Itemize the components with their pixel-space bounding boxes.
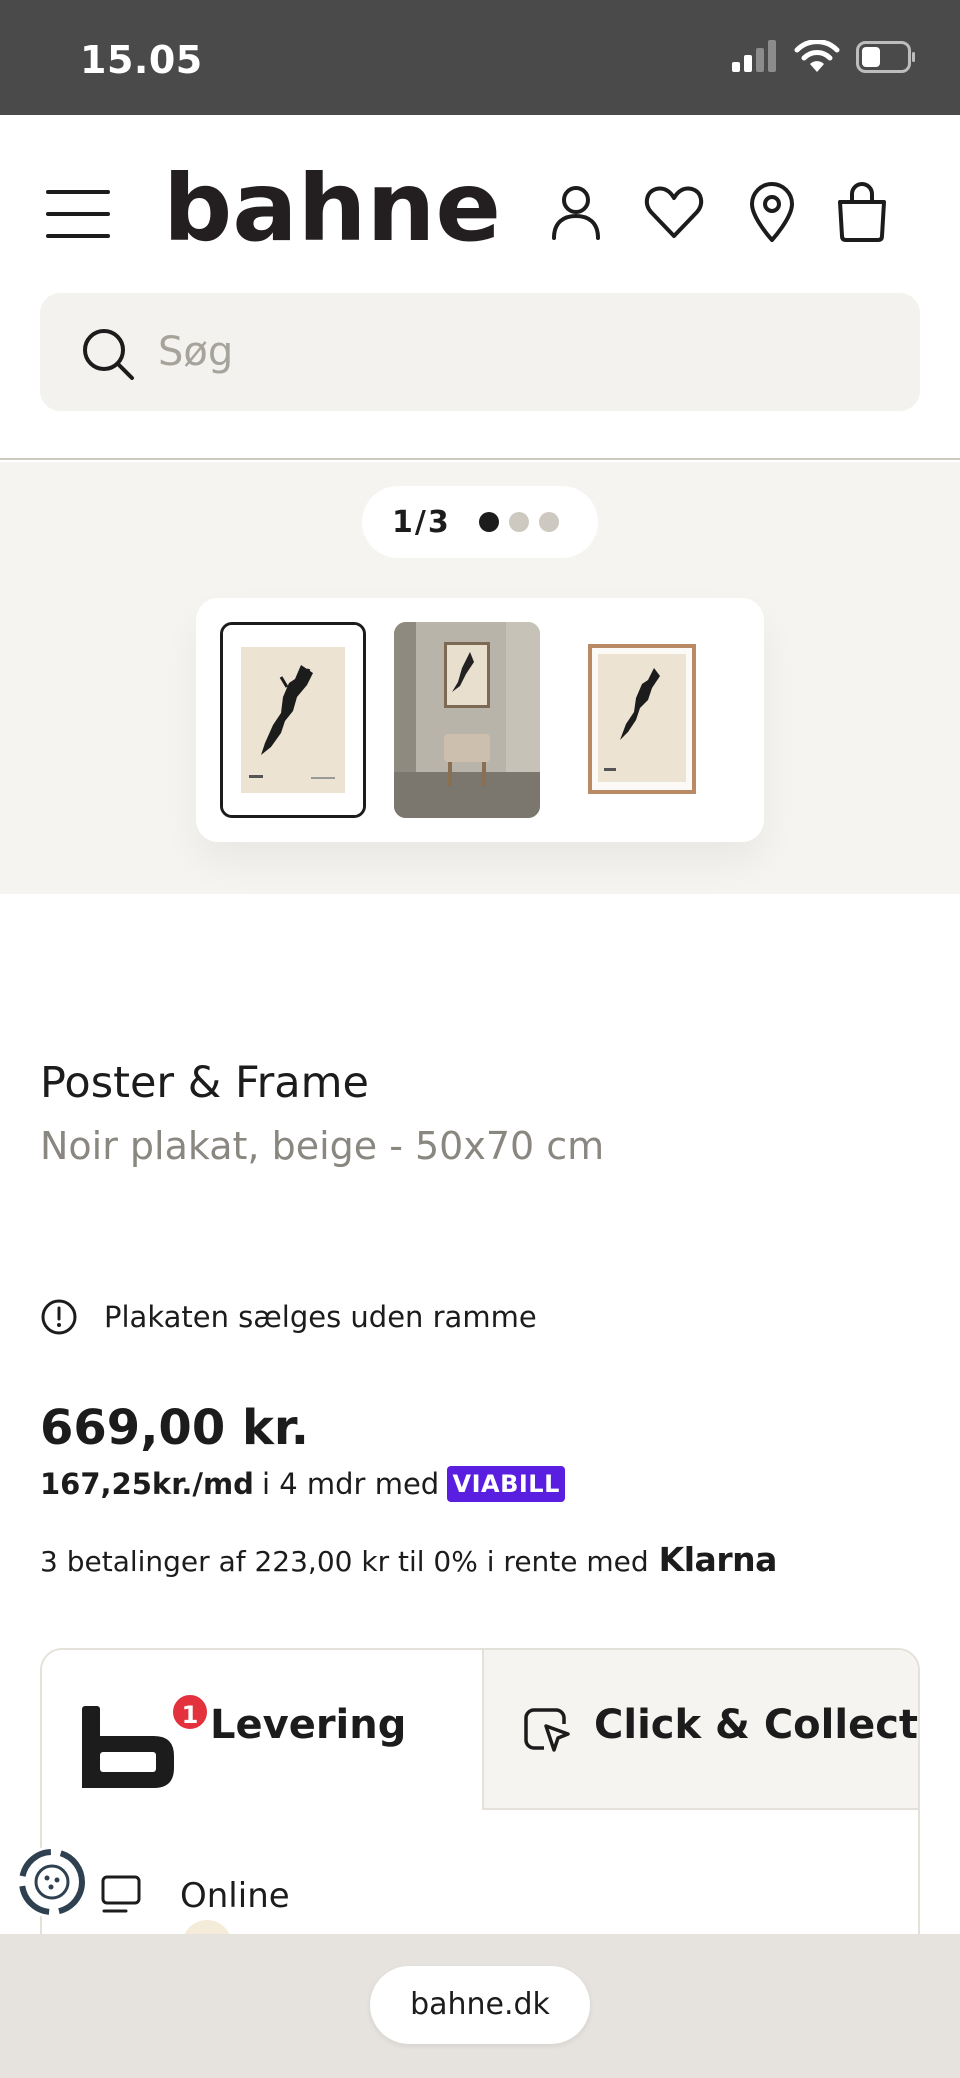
- thumbnail-poster[interactable]: [220, 622, 366, 818]
- viabill-text: i 4 mdr med: [261, 1467, 440, 1501]
- delivery-count-badge: 1: [170, 1692, 210, 1732]
- gallery-dots: [478, 512, 559, 532]
- klarna-logo: Klarna: [658, 1540, 778, 1579]
- gallery-dot-1[interactable]: [478, 512, 499, 532]
- floating-widget-button[interactable]: [16, 1846, 88, 1918]
- product-brand[interactable]: Poster & Frame: [40, 1058, 369, 1108]
- viabill-offer[interactable]: 167,25kr./md i 4 mdr med VIABILL: [40, 1466, 566, 1502]
- account-icon[interactable]: [544, 180, 608, 244]
- product-price: 669,00 kr.: [40, 1400, 309, 1456]
- online-label: Online: [180, 1876, 290, 1916]
- monitor-icon: [101, 1875, 141, 1913]
- browser-toolbar: bahne.dk: [0, 1934, 960, 2078]
- viabill-amount: 167,25kr./md: [40, 1467, 254, 1501]
- status-time: 15.05: [80, 38, 203, 82]
- bahne-b-icon: [82, 1706, 174, 1788]
- battery-icon: [856, 41, 915, 73]
- search-icon: [83, 329, 134, 380]
- shopping-bag-icon[interactable]: [830, 180, 894, 244]
- room-scene-thumbnail-image: [394, 622, 540, 818]
- tab-click-collect[interactable]: Click & Collect: [482, 1650, 919, 1810]
- url-bar[interactable]: bahne.dk: [370, 1966, 590, 2044]
- store-location-icon[interactable]: [740, 180, 804, 244]
- gallery-pager: 1/3: [362, 486, 598, 558]
- thumbnail-strip: [196, 598, 764, 842]
- thumbnail-framed-poster[interactable]: [568, 622, 714, 818]
- signal-icon: [732, 40, 776, 72]
- thumbnail-room-scene[interactable]: [394, 622, 540, 818]
- framed-poster-thumbnail-image: [568, 622, 714, 818]
- tab-click-collect-label: Click & Collect: [594, 1702, 919, 1748]
- wishlist-heart-icon[interactable]: [642, 180, 706, 244]
- tab-delivery[interactable]: 1 Levering: [42, 1650, 482, 1810]
- delivery-options: 1 Levering Click & Collect Online: [40, 1648, 920, 1978]
- viabill-logo: VIABILL: [447, 1466, 566, 1502]
- product-gallery: 1/3: [0, 462, 960, 894]
- frame-notice-text: Plakaten sælges uden ramme: [104, 1300, 537, 1334]
- status-bar: 15.05: [0, 0, 960, 115]
- gallery-dot-2[interactable]: [508, 512, 529, 532]
- search-bar[interactable]: [40, 293, 920, 411]
- gallery-page-counter: 1/3: [392, 504, 451, 540]
- bahne-logo[interactable]: bahne: [163, 170, 501, 252]
- search-input[interactable]: [158, 317, 858, 387]
- menu-button[interactable]: [46, 190, 110, 238]
- wifi-icon: [794, 40, 840, 72]
- frame-notice: Plakaten sælges uden ramme: [40, 1298, 537, 1336]
- klarna-offer[interactable]: 3 betalinger af 223,00 kr til 0% i rente…: [40, 1540, 777, 1579]
- click-collect-icon: [524, 1708, 574, 1756]
- product-name: Noir plakat, beige - 50x70 cm: [40, 1124, 605, 1168]
- poster-thumbnail-image: [223, 625, 363, 815]
- online-stock-row: Online: [42, 1866, 918, 1926]
- recycle-icon: [19, 1849, 85, 1915]
- svg-text:bahne: bahne: [163, 170, 501, 252]
- tab-delivery-label: Levering: [210, 1702, 407, 1748]
- klarna-text: 3 betalinger af 223,00 kr til 0% i rente…: [40, 1545, 649, 1578]
- gallery-dot-3[interactable]: [538, 512, 559, 532]
- info-alert-icon: [41, 1299, 77, 1335]
- status-icons: [732, 40, 916, 74]
